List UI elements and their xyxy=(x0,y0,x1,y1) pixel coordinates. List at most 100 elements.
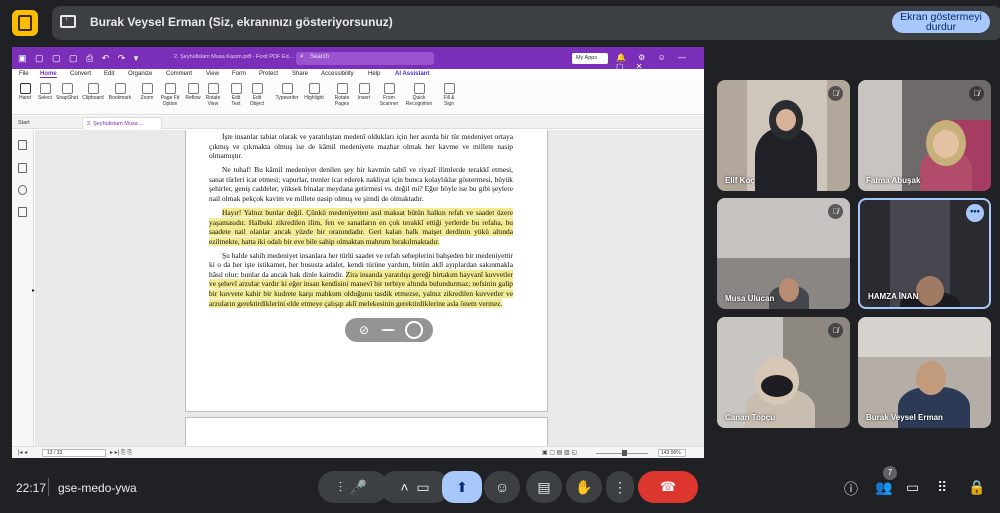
rotate-pages-tool[interactable]: Rotate Pages xyxy=(332,83,352,107)
menu-help[interactable]: Help xyxy=(368,71,380,77)
quick-recognition-tool[interactable]: Quick Recognition xyxy=(404,83,434,107)
typewriter-icon xyxy=(281,83,293,94)
insert-icon xyxy=(358,83,370,94)
tab-start[interactable]: Start xyxy=(14,117,80,129)
present-screen-button[interactable]: ⬆ xyxy=(442,471,482,503)
participant-count-badge: 7 xyxy=(883,466,897,480)
more-options-icon[interactable]: ••• xyxy=(966,204,984,222)
audio-level-icon: ⫶ xyxy=(338,479,343,495)
pdf-search-box[interactable]: ⌕ Search xyxy=(296,52,434,65)
comments-panel-icon[interactable] xyxy=(18,185,27,195)
mic-off-icon: 🎙̸ xyxy=(828,86,843,101)
info-icon[interactable]: ⓘ xyxy=(844,479,858,499)
meet-app-icon xyxy=(12,10,38,36)
edit-object-tool[interactable]: Edit Object xyxy=(248,83,266,107)
zoom-value[interactable]: 143.96% xyxy=(658,449,686,457)
reflow-tool[interactable]: Reflow xyxy=(183,83,203,102)
participant-name: Fatma Abuşak xyxy=(866,176,921,185)
chevron-up-icon: ˄ xyxy=(400,479,409,495)
insert-tool[interactable]: Insert xyxy=(354,83,374,102)
my-apps-button[interactable]: My Apps xyxy=(572,53,608,64)
captions-button[interactable]: ▤ xyxy=(526,471,562,503)
menu-share[interactable]: Share xyxy=(292,71,308,77)
camera-icon xyxy=(61,83,73,94)
zoom-icon xyxy=(141,83,153,94)
more-options-button[interactable]: ⋮ xyxy=(606,471,634,503)
select-tool[interactable]: Select xyxy=(36,83,54,102)
participant-name: Canan Topçu xyxy=(725,413,776,422)
menu-convert[interactable]: Convert xyxy=(70,71,91,77)
pages-panel-icon[interactable] xyxy=(18,163,27,173)
highlight-tool[interactable]: Highlight xyxy=(301,83,327,102)
nav-forward[interactable]: ▸ ▸| ⎘ ⎘ xyxy=(110,449,132,457)
bookmark-tool[interactable]: Bookmark xyxy=(107,83,133,102)
menu-form[interactable]: Form xyxy=(232,71,246,77)
menu-home[interactable]: Home xyxy=(40,71,57,78)
attachments-panel-icon[interactable] xyxy=(18,207,27,217)
zoom-tool[interactable]: Zoom xyxy=(138,83,156,102)
menu-comment[interactable]: Comment xyxy=(166,71,192,77)
shared-screen: ▣ ▢ ▢ ▢ ⎙ ↶ ↷ ▾ 2. Şeyhülislam Musa Kazı… xyxy=(12,47,704,458)
avatar xyxy=(776,109,796,131)
mic-off-overlay-icon[interactable]: ⊘ xyxy=(355,321,373,339)
meeting-code: gse-medo-ywa xyxy=(58,481,137,495)
edit-text-tool[interactable]: Edit Text xyxy=(228,83,244,107)
typewriter-tool[interactable]: Typewriter xyxy=(274,83,300,102)
search-placeholder: Search xyxy=(310,54,330,60)
zoom-slider-knob[interactable] xyxy=(622,450,627,456)
background xyxy=(858,80,902,191)
menu-accessibility[interactable]: Accessibility xyxy=(321,71,354,77)
menu-organize[interactable]: Organize xyxy=(128,71,152,77)
page-text: İşte insanlar tabiat olarak ve yaratılış… xyxy=(209,132,513,313)
pdf-menubar: File Home Convert Edit Organize Comment … xyxy=(12,69,704,81)
raise-hand-button[interactable]: ✋ xyxy=(566,471,602,503)
stop-presenting-button[interactable]: Ekran göstermeyi durdur xyxy=(892,11,990,33)
participant-tile[interactable]: 🎙̸ Fatma Abuşak xyxy=(858,80,991,191)
mic-icon: 🎤 xyxy=(349,479,368,495)
host-controls-icon[interactable]: 🔒 xyxy=(968,479,985,496)
page-indicator[interactable]: 13 / 33 xyxy=(42,449,106,457)
rotate-view-tool[interactable]: Rotate View xyxy=(204,83,222,107)
activities-icon[interactable]: ⠿ xyxy=(937,479,947,496)
document-name: 2. Şeyhülislam Musa Kazım.pdf - Foxit PD… xyxy=(174,54,294,60)
participant-tile[interactable]: ••• HAMZA İNAN xyxy=(858,198,991,309)
participant-tile[interactable]: Burak Veysel Erman xyxy=(858,317,991,428)
present-screen-icon xyxy=(60,12,76,28)
from-scanner-tool[interactable]: From Scanner xyxy=(378,83,400,107)
quick-access-icons[interactable]: ▣ ▢ ▢ ▢ ⎙ ↶ ↷ ▾ xyxy=(18,53,141,64)
reactions-button[interactable]: ☺ xyxy=(484,471,520,503)
present-icon: ⬆ xyxy=(456,479,468,495)
participant-name: Musa Ulucan xyxy=(725,294,775,303)
participant-tile[interactable]: 🎙̸ Canan Topçu xyxy=(717,317,850,428)
clipboard-tool[interactable]: Clipboard xyxy=(80,83,106,102)
participant-name: Elif Koç xyxy=(725,176,755,185)
minimize-overlay-icon[interactable] xyxy=(405,321,423,339)
recognition-icon xyxy=(413,83,425,94)
divider xyxy=(48,478,49,496)
nav-arrows[interactable]: |◂ ◂ xyxy=(18,449,27,456)
participant-tile[interactable]: 🎙̸ Musa Ulucan xyxy=(717,198,850,309)
page-fit-tool[interactable]: Page Fit Option xyxy=(158,83,182,107)
pdf-sidepanel xyxy=(12,130,34,446)
bookmark-panel-icon[interactable] xyxy=(18,140,27,150)
people-icon[interactable]: 👥 xyxy=(875,479,892,496)
menu-file[interactable]: File xyxy=(19,71,29,77)
menu-protect[interactable]: Protect xyxy=(259,71,278,77)
hand-tool[interactable]: Hand xyxy=(16,83,34,102)
snapshot-tool[interactable]: SnapShot xyxy=(54,83,80,102)
bookmark-icon xyxy=(114,83,126,94)
rotate-icon xyxy=(207,83,219,94)
meeting-time: 22:17 xyxy=(16,481,47,495)
leave-call-button[interactable]: ☎ xyxy=(638,471,698,503)
menu-ai-assistant[interactable]: AI Assistant xyxy=(395,71,429,77)
view-mode-icons[interactable]: ▣ ▢ ▤ ▥ ◱ xyxy=(542,449,577,456)
participant-tile[interactable]: 🎙̸ Elif Koç xyxy=(717,80,850,191)
tab-document[interactable]: 2. Şeyhülislam Musa ... xyxy=(82,117,162,129)
menu-edit[interactable]: Edit xyxy=(104,71,114,77)
chat-icon[interactable]: ▭ xyxy=(906,479,919,496)
page-fit-icon xyxy=(164,83,176,94)
camera-toggle[interactable]: ˄ ▭ xyxy=(380,471,450,503)
menu-view[interactable]: View xyxy=(206,71,219,77)
fill-sign-tool[interactable]: Fill & Sign xyxy=(440,83,458,107)
microphone-toggle[interactable]: ⫶ 🎤 xyxy=(318,471,388,503)
